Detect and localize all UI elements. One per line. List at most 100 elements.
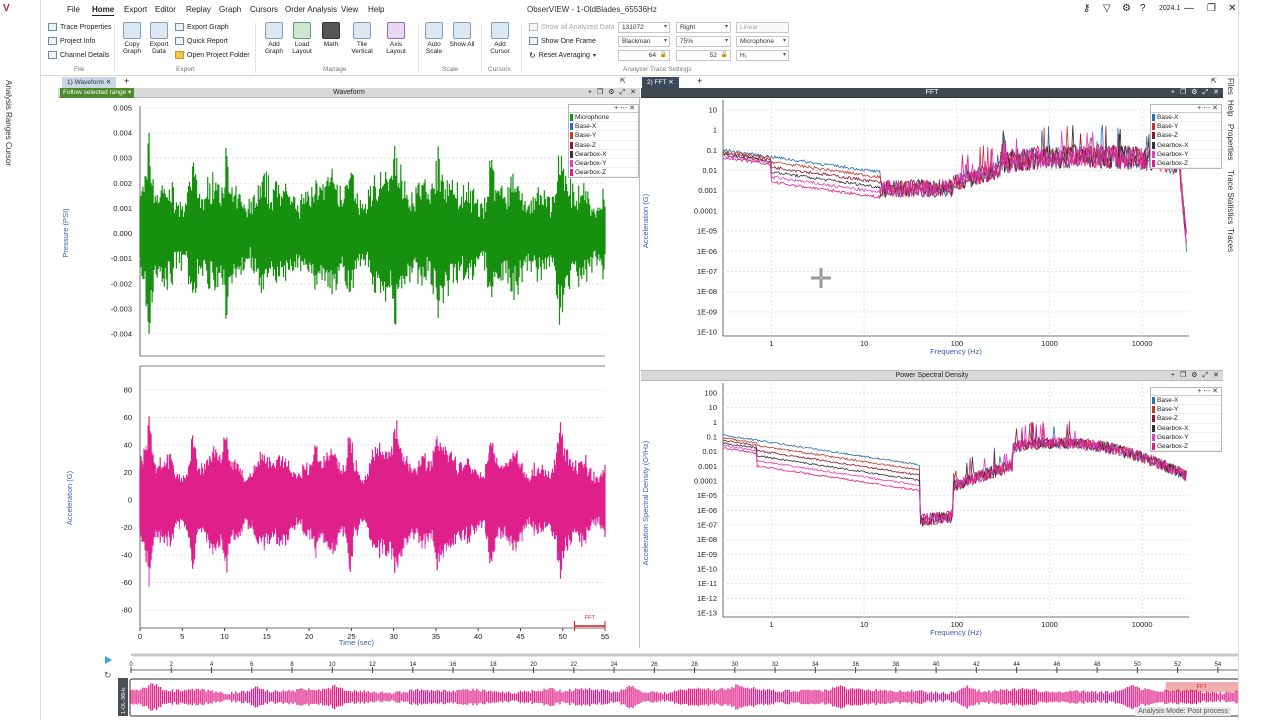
add-tab-icon[interactable]: + bbox=[697, 76, 702, 86]
legend-item[interactable]: Base-Z bbox=[569, 141, 638, 150]
legend-item[interactable]: Gearbox-Z bbox=[1151, 159, 1221, 169]
copy-icon[interactable]: ❐ bbox=[1180, 371, 1186, 381]
legend-item[interactable]: Base-X bbox=[1151, 113, 1221, 123]
gear-icon[interactable]: ⚙ bbox=[1191, 88, 1197, 98]
export-graph-button[interactable]: Export Graph bbox=[175, 23, 229, 31]
legend-item[interactable]: Gearbox-Z bbox=[569, 168, 638, 178]
expand-icon[interactable]: ⤢ bbox=[1203, 88, 1209, 98]
fft-plot[interactable]: 10 1 0.1 0.01 0.001 0.0001 1E-05 1E-06 1E-07 1E-0… bbox=[641, 98, 1223, 369]
menu-export[interactable]: Export bbox=[124, 5, 147, 14]
reference-select[interactable]: Microphone ▾ bbox=[736, 36, 789, 47]
legend-item[interactable]: Gearbox-X bbox=[1151, 424, 1221, 433]
tab-help[interactable]: Help bbox=[1226, 100, 1235, 116]
minimize-icon[interactable]: — bbox=[1184, 3, 1194, 14]
legend-item[interactable]: Base-Z bbox=[1151, 414, 1221, 424]
show-all-analyzed-data-check[interactable]: Show all Analyzed Data bbox=[529, 23, 615, 31]
copy-icon[interactable]: ❐ bbox=[597, 88, 603, 98]
waveform-plots[interactable]: 0.005 0.004 0.003 0.002 0.001 0.000 -0.001 -0.0… bbox=[58, 98, 640, 648]
legend-item[interactable]: Gearbox-Y bbox=[1151, 150, 1221, 159]
averages-stepper[interactable]: 64 🔒 bbox=[618, 50, 670, 61]
filter-icon[interactable]: ▽ bbox=[1103, 3, 1111, 14]
legend-item[interactable]: Gearbox-Y bbox=[1151, 433, 1221, 442]
reset-averaging-button[interactable]: ↻ Reset Averaging ▾ bbox=[529, 51, 596, 60]
expand-icon[interactable]: ⤢ bbox=[620, 88, 626, 98]
frames-stepper[interactable]: 52 🔒 bbox=[676, 50, 731, 61]
scale-select[interactable]: Linear bbox=[736, 22, 789, 33]
tab-fft[interactable]: 2) FFT ✕ bbox=[642, 77, 679, 88]
menu-help[interactable]: Help bbox=[368, 5, 384, 14]
pane-menu-icon[interactable]: ⇱ bbox=[1211, 77, 1217, 85]
menu-graph[interactable]: Graph bbox=[219, 5, 241, 14]
gear-icon[interactable]: ⚙ bbox=[1122, 3, 1131, 14]
menu-file[interactable]: File bbox=[67, 5, 80, 14]
follow-selected-range-button[interactable]: Follow selected range ▾ bbox=[60, 88, 135, 98]
tile-vertical-button[interactable]: Tile Vertical bbox=[347, 22, 377, 55]
psd-plot[interactable]: 100 10 1 0.1 0.01 0.001 0.0001 1E-05 1E-06 1E-07 1… bbox=[641, 381, 1223, 649]
legend-item[interactable]: Gearbox-Z bbox=[1151, 442, 1221, 452]
add-icon[interactable]: + bbox=[588, 88, 592, 98]
overlap-select[interactable]: 75% ▾ bbox=[676, 36, 731, 47]
legend-swatch bbox=[1152, 442, 1155, 450]
channel-details-button[interactable]: Channel Details bbox=[48, 51, 109, 59]
project-info-button[interactable]: Project Info bbox=[48, 37, 95, 45]
legend-item[interactable]: Base-Z bbox=[1151, 131, 1221, 141]
estimator-select[interactable]: H₁ ▾ bbox=[736, 50, 789, 61]
window-select[interactable]: Blackman ▾ bbox=[618, 36, 670, 47]
export-data-button[interactable]: Export Data bbox=[144, 22, 174, 55]
menu-home[interactable]: Home bbox=[92, 5, 114, 14]
show-one-frame-check[interactable]: Show One Frame bbox=[529, 37, 596, 45]
gear-icon[interactable]: ⚙ bbox=[608, 88, 614, 98]
auto-scale-button[interactable]: Auto Scale bbox=[419, 22, 449, 55]
copy-graph-button[interactable]: Copy Graph bbox=[117, 22, 147, 55]
add-icon[interactable]: + bbox=[1171, 371, 1175, 381]
tab-properties[interactable]: Properties bbox=[1226, 124, 1235, 160]
tab-waveform[interactable]: 1) Waveform ✕ bbox=[62, 77, 117, 88]
add-tab-icon[interactable]: + bbox=[124, 76, 129, 86]
trace-properties-button[interactable]: Trace Properties bbox=[48, 23, 111, 31]
legend-item[interactable]: Base-Y bbox=[1151, 405, 1221, 415]
show-all-button[interactable]: Show All bbox=[447, 22, 477, 48]
legend-item[interactable]: Gearbox-Y bbox=[569, 159, 638, 169]
close-icon[interactable]: ✕ bbox=[1213, 371, 1219, 381]
add-graph-button[interactable]: Add Graph bbox=[259, 22, 289, 55]
close-icon[interactable]: ✕ bbox=[1213, 88, 1219, 98]
tab-files[interactable]: Files bbox=[1226, 78, 1235, 95]
tab-traces[interactable]: Traces bbox=[1226, 228, 1235, 252]
tab-trace-statistics[interactable]: Trace Statistics bbox=[1226, 170, 1235, 224]
pane-menu-icon[interactable]: ⇱ bbox=[620, 77, 626, 85]
math-button[interactable]: Math bbox=[316, 22, 346, 48]
frame-size-select[interactable]: 131072 ▾ bbox=[618, 22, 670, 33]
gear-icon[interactable]: ⚙ bbox=[1191, 371, 1197, 381]
help-icon[interactable]: ? bbox=[1140, 3, 1146, 14]
timeline-plot[interactable]: ↻0 2 4 6 8 10 12 14 16 18 20 22 24 26 28 30 32 34 36 38 40 42… bbox=[58, 650, 1239, 720]
load-layout-button[interactable]: Load Layout bbox=[287, 22, 317, 55]
align-select[interactable]: Right ▾ bbox=[676, 22, 731, 33]
menu-replay[interactable]: Replay bbox=[186, 5, 211, 14]
key-icon[interactable]: ⚷ bbox=[1083, 3, 1090, 14]
add-cursor-button[interactable]: Add Cursor bbox=[485, 22, 515, 55]
copy-icon[interactable]: ❐ bbox=[1180, 88, 1186, 98]
legend-item[interactable]: Base-Y bbox=[569, 131, 638, 141]
close-icon[interactable]: ✕ bbox=[1228, 3, 1236, 14]
restore-icon[interactable]: ❐ bbox=[1207, 3, 1216, 14]
expand-icon[interactable]: ⤢ bbox=[1203, 371, 1209, 381]
quick-report-button[interactable]: Quick Report bbox=[175, 37, 228, 45]
open-project-folder-button[interactable]: Open Project Folder bbox=[175, 51, 250, 59]
add-icon[interactable]: + bbox=[1171, 88, 1175, 98]
legend-item[interactable]: Base-Y bbox=[1151, 122, 1221, 132]
legend-swatch bbox=[1152, 433, 1155, 441]
legend-item[interactable]: Microphone bbox=[569, 113, 638, 123]
menu-order-analysis[interactable]: Order Analysis bbox=[285, 5, 337, 14]
tab-cursor[interactable]: Cursor bbox=[4, 142, 13, 166]
axis-layout-button[interactable]: Axis Layout bbox=[381, 22, 411, 55]
legend-item[interactable]: Gearbox-X bbox=[569, 150, 638, 159]
legend-item[interactable]: Gearbox-X bbox=[1151, 141, 1221, 150]
menu-view[interactable]: View bbox=[341, 5, 358, 14]
legend-item[interactable]: Base-X bbox=[569, 122, 638, 132]
menu-editor[interactable]: Editor bbox=[155, 5, 176, 14]
close-icon[interactable]: ✕ bbox=[630, 88, 636, 98]
menu-cursors[interactable]: Cursors bbox=[250, 5, 278, 14]
timeline-overview[interactable]: ↻ 0 2 4 6 8 10 12 14 16 18 20 22 24 26 28 30 32 34 36 38 40 42… bbox=[58, 650, 1239, 720]
tab-analysis-ranges[interactable]: Analysis Ranges bbox=[4, 80, 13, 140]
legend-item[interactable]: Base-X bbox=[1151, 396, 1221, 406]
